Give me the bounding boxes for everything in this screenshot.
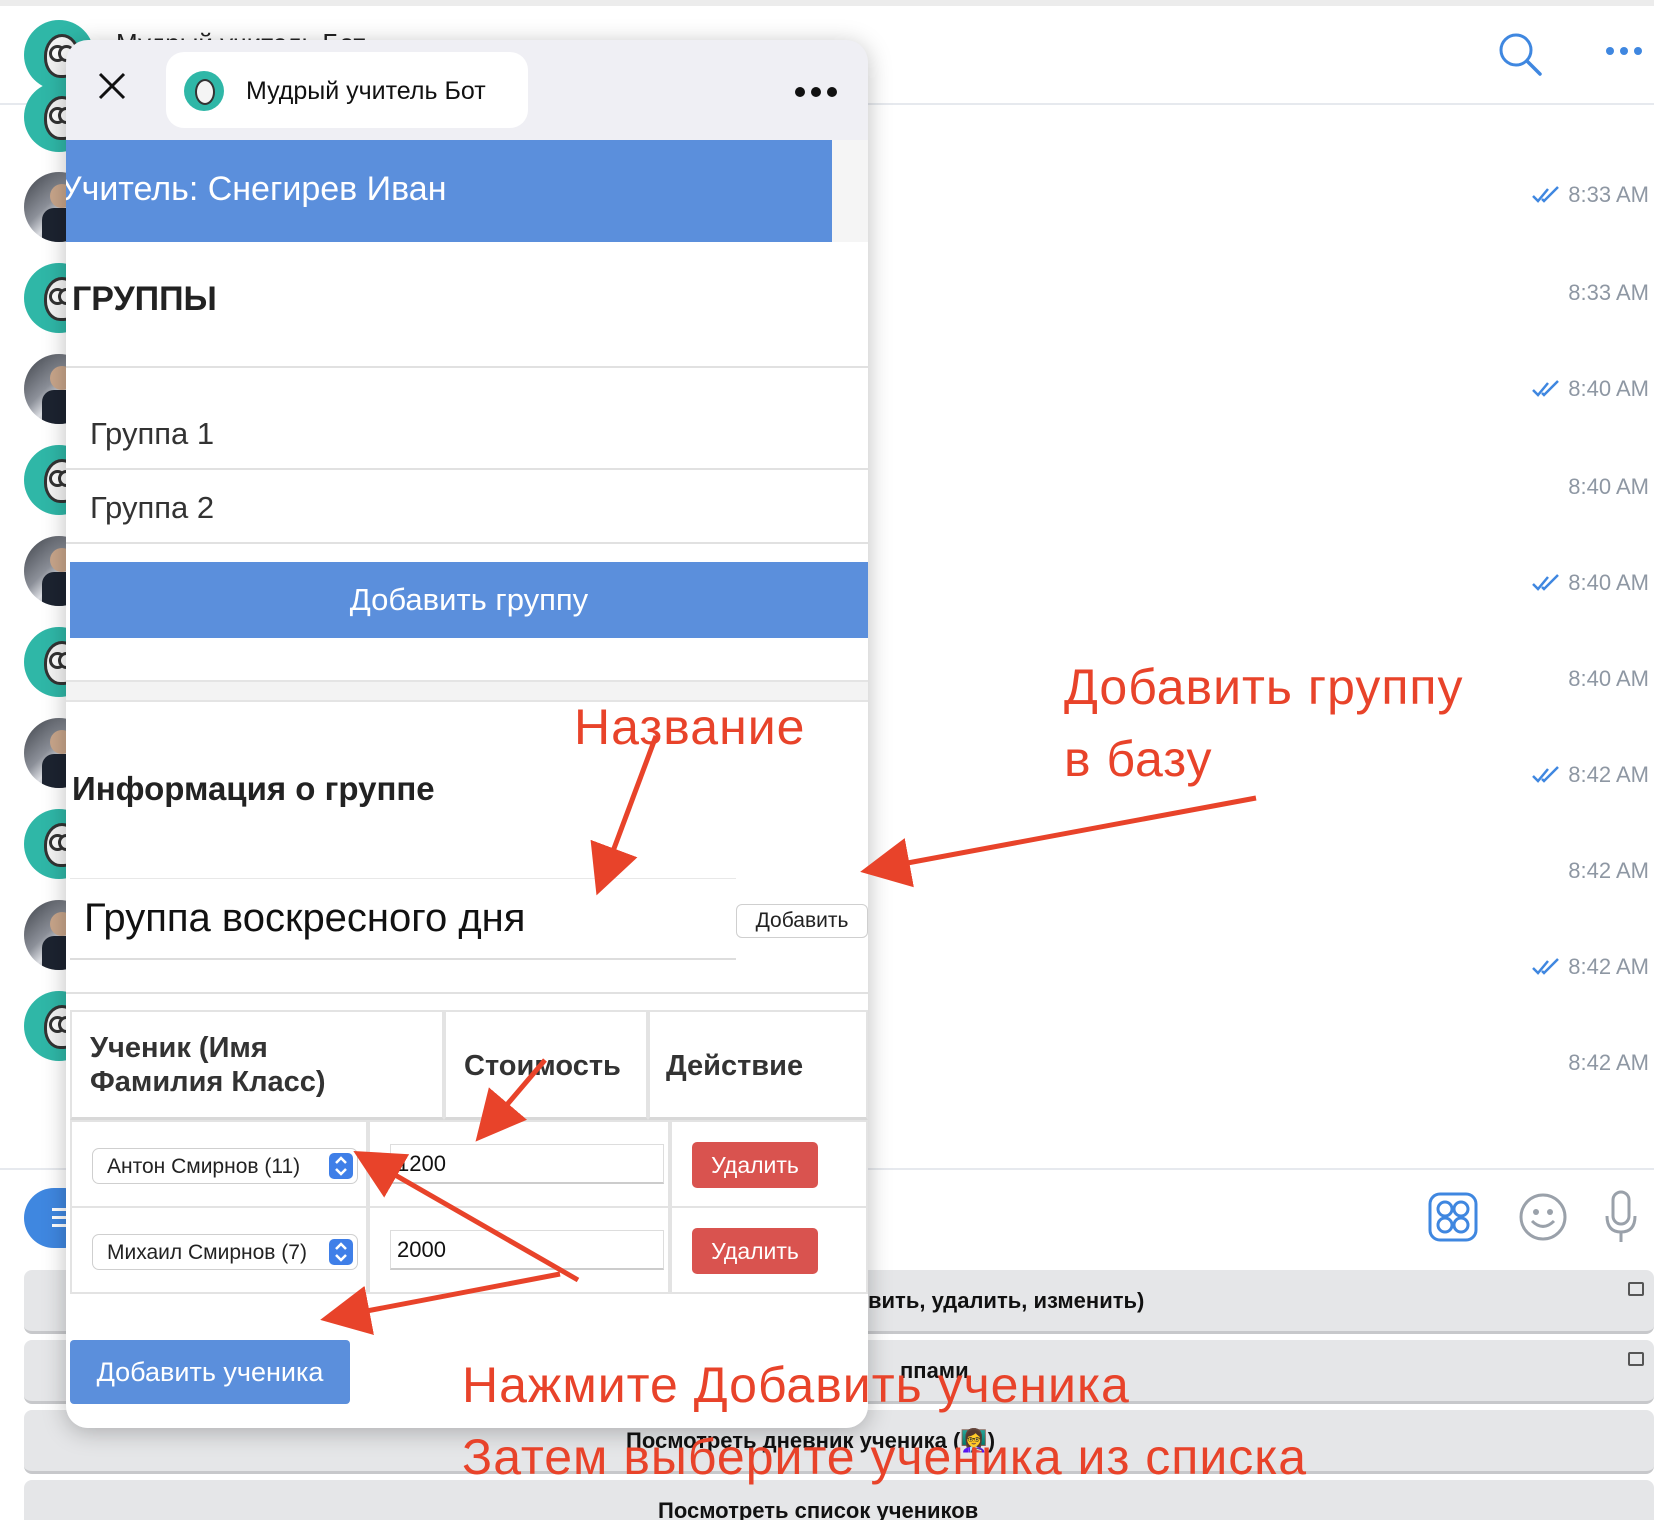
message-time: 8:42 AM	[1532, 954, 1649, 980]
annotation-add-group-2: в базу	[1064, 731, 1213, 787]
message-time: 8:42 AM	[1532, 762, 1649, 788]
group-name-input[interactable]	[70, 878, 736, 960]
column-header-student: Ученик (Имя Фамилия Класс)	[70, 1010, 444, 1120]
annotation-add-group-1: Добавить группу	[1064, 659, 1464, 715]
external-link-icon	[1628, 1282, 1644, 1296]
divider	[66, 542, 868, 544]
annotation-then-choose: Затем выберите ученика из списка	[462, 1429, 1308, 1485]
apps-icon[interactable]	[1428, 1192, 1478, 1242]
annotation-name: Название	[574, 699, 806, 755]
divider	[66, 992, 868, 994]
message-time: 8:40 AM	[1532, 376, 1649, 402]
table-cell-action: Удалить	[670, 1120, 868, 1208]
message-time: 8:40 AM	[1532, 570, 1649, 596]
keyboard-button[interactable]: Посмотреть список учеников	[24, 1480, 1654, 1520]
arrow-to-add-button	[860, 795, 1257, 888]
divider	[66, 468, 868, 470]
group-list-item[interactable]: Группа 2	[90, 490, 214, 526]
message-time: 8:42 AM	[1568, 858, 1649, 883]
message-time: 8:33 AM	[1532, 182, 1649, 208]
student-select[interactable]: Антон Смирнов (11)	[92, 1148, 358, 1184]
double-check-icon	[1532, 958, 1560, 975]
annotation-press-add-student: Нажмите Добавить ученика	[462, 1357, 1130, 1413]
select-arrows-icon	[329, 1153, 353, 1179]
group-info-heading: Информация о группе	[72, 770, 435, 807]
select-arrows-icon	[329, 1239, 353, 1265]
web-app-title-pill: Мудрый учитель Бот	[166, 52, 528, 128]
message-time: 8:40 AM	[1568, 474, 1649, 499]
table-cell-price	[368, 1206, 670, 1294]
column-header-action: Действие	[648, 1010, 868, 1120]
message-time: 8:40 AM	[1568, 666, 1649, 691]
add-student-button[interactable]: Добавить ученика	[70, 1340, 350, 1404]
divider	[66, 366, 868, 368]
table-cell-student: Михаил Смирнов (7)	[70, 1206, 368, 1294]
emoji-icon[interactable]	[1518, 1192, 1568, 1242]
external-link-icon	[1628, 1352, 1644, 1366]
price-input[interactable]	[390, 1144, 664, 1184]
price-input[interactable]	[390, 1230, 664, 1270]
double-check-icon	[1532, 766, 1560, 783]
table-cell-price	[368, 1120, 670, 1208]
add-group-submit-button[interactable]: Добавить	[736, 904, 868, 938]
delete-student-button[interactable]: Удалить	[692, 1142, 818, 1188]
table-cell-student: Антон Смирнов (11)	[70, 1120, 368, 1208]
bot-avatar	[184, 71, 224, 111]
message-time: 8:33 AM	[1568, 280, 1649, 305]
more-options-icon[interactable]	[794, 86, 838, 98]
groups-heading: ГРУППЫ	[72, 280, 217, 318]
teacher-banner: Учитель: Снегирев Иван	[66, 140, 832, 242]
double-check-icon	[1532, 574, 1560, 591]
web-app-content: Учитель: Снегирев Иван ГРУППЫ Группа 1 Г…	[66, 140, 868, 1428]
student-select[interactable]: Михаил Смирнов (7)	[92, 1234, 358, 1270]
column-header-price: Стоимость	[444, 1010, 648, 1120]
more-options-icon[interactable]	[1604, 44, 1644, 58]
close-icon[interactable]	[96, 70, 128, 102]
double-check-icon	[1532, 186, 1560, 203]
add-group-button[interactable]: Добавить группу	[70, 562, 868, 638]
microphone-icon[interactable]	[1604, 1190, 1638, 1244]
group-list-item[interactable]: Группа 1	[90, 416, 214, 452]
double-check-icon	[1532, 380, 1560, 397]
search-icon[interactable]	[1496, 30, 1544, 78]
table-cell-action: Удалить	[670, 1206, 868, 1294]
message-time: 8:42 AM	[1568, 1050, 1649, 1075]
delete-student-button[interactable]: Удалить	[692, 1228, 818, 1274]
